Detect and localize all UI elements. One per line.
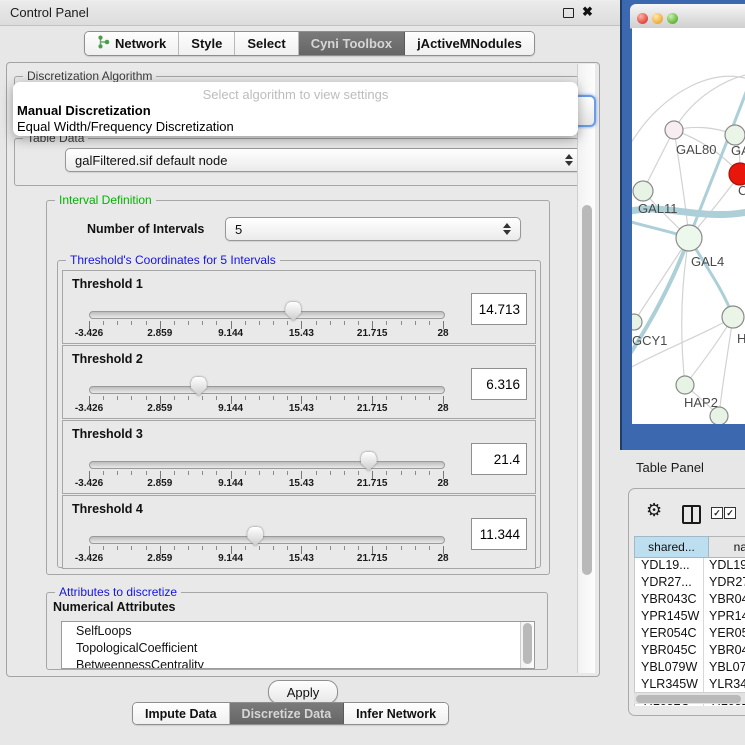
threshold-3-value-field[interactable]: 21.4 (471, 443, 527, 475)
num-intervals-label: Number of Intervals (87, 222, 204, 236)
tab-network[interactable]: Network (85, 32, 179, 55)
checkbox-icon[interactable]: ✓ (724, 507, 736, 519)
thresholds-group-title: Threshold's Coordinates for 5 Intervals (66, 253, 280, 267)
table-horizontal-scrollbar[interactable] (634, 692, 745, 704)
node-table-header: shared... na (634, 536, 745, 558)
tab-select[interactable]: Select (235, 32, 298, 55)
control-panel-tabs: Network Style Select Cyni Toolbox jActiv… (84, 31, 535, 56)
attribute-item[interactable]: TopologicalCoefficient (62, 639, 534, 656)
dropdown-option-equal-width[interactable]: Equal Width/Frequency Discretization (17, 119, 234, 134)
threshold-4-panel: Threshold 4 -3.4262.8599.14415.4321.7152… (62, 495, 536, 569)
combobox-arrows-icon (565, 154, 573, 166)
threshold-1-slider-thumb[interactable] (285, 302, 301, 321)
interval-definition-group: Interval Definition Number of Intervals … (46, 200, 550, 575)
table-row[interactable]: YBL079WYBL079W (635, 660, 745, 677)
threshold-1-panel: Threshold 1 -3.4262.8599.14415.4321.7152… (62, 270, 536, 344)
table-row[interactable]: YPR145WYPR145W (635, 609, 745, 626)
table-row[interactable]: YDL19...YDL19 (635, 558, 745, 575)
attributes-list-scrollbar[interactable] (520, 622, 534, 668)
attributes-group-title: Attributes to discretize (55, 585, 181, 599)
network-icon (97, 35, 110, 52)
table-row[interactable]: YDR27...YDR27 (635, 575, 745, 592)
svg-text:HAP2: HAP2 (684, 395, 718, 410)
table-row[interactable]: YBR045CYBR045C (635, 643, 745, 660)
column-header-name[interactable]: na (709, 536, 745, 558)
tab-cyni-toolbox[interactable]: Cyni Toolbox (299, 32, 405, 55)
dropdown-placeholder-option[interactable]: Select algorithm to view settings (13, 87, 578, 102)
attribute-item[interactable]: BetweennessCentrality (62, 656, 534, 669)
node-table-body[interactable]: YDL19...YDL19YDR27...YDR27YBR043CYBR043C… (634, 558, 745, 706)
threshold-2-slider-thumb[interactable] (191, 377, 207, 396)
float-window-icon[interactable] (563, 8, 574, 18)
dropdown-option-manual-discretization[interactable]: Manual Discretization (17, 103, 151, 118)
minimize-traffic-light-icon[interactable] (652, 13, 663, 24)
table-row[interactable]: YER054CYER054C (635, 626, 745, 643)
discretization-algorithm-group-title: Discretization Algorithm (23, 69, 156, 83)
num-intervals-combobox[interactable]: 5 (225, 217, 521, 241)
num-intervals-value: 5 (235, 222, 242, 237)
tab-style[interactable]: Style (179, 32, 235, 55)
zoom-traffic-light-icon[interactable] (667, 13, 678, 24)
combobox-arrows-icon (503, 223, 511, 235)
threshold-1-value-field[interactable]: 14.713 (471, 293, 527, 325)
tab-discretize-data[interactable]: Discretize Data (230, 703, 345, 724)
svg-text:GA: GA (731, 143, 745, 158)
column-header-shared-name[interactable]: shared... (634, 536, 709, 558)
threshold-2-panel: Threshold 2 -3.4262.8599.14415.4321.7152… (62, 345, 536, 419)
table-row[interactable]: YBR043CYBR043C (635, 592, 745, 609)
apply-button[interactable]: Apply (268, 680, 338, 704)
attributes-group: Attributes to discretize Numerical Attri… (46, 592, 548, 670)
tab-infer-network[interactable]: Infer Network (344, 703, 448, 724)
tab-impute-data[interactable]: Impute Data (133, 703, 230, 724)
screen: Control Panel ✖ Network Style Select Cyn… (0, 0, 745, 745)
table-data-group: Table Data galFiltered.sif default node (14, 138, 586, 186)
close-traffic-light-icon[interactable] (637, 13, 648, 24)
numerical-attributes-list: SelfLoopsTopologicalCoefficientBetweenne… (61, 621, 535, 669)
column-layout-icon[interactable] (682, 505, 701, 524)
numerical-attributes-header: Numerical Attributes (53, 600, 175, 614)
network-view-canvas[interactable]: GAL80 GA C GAL11 GAL4 GCY1 H HAP2 (632, 28, 745, 424)
threshold-3-slider-thumb[interactable] (361, 452, 377, 471)
threshold-3-panel: Threshold 3 -3.4262.8599.14415.4321.7152… (62, 420, 536, 494)
checkbox-icon[interactable]: ✓ (711, 507, 723, 519)
cyni-mode-tabs: Impute Data Discretize Data Infer Networ… (132, 702, 449, 725)
svg-text:H: H (737, 331, 745, 346)
table-data-selected-value: galFiltered.sif default node (75, 153, 227, 168)
table-panel-title: Table Panel (636, 460, 704, 475)
interval-definition-group-title: Interval Definition (55, 193, 156, 207)
svg-text:GAL4: GAL4 (691, 254, 724, 269)
panel-title: Control Panel (10, 5, 89, 20)
main-scrollbar[interactable] (577, 64, 595, 673)
threshold-4-slider-thumb[interactable] (247, 527, 263, 546)
threshold-2-value-field[interactable]: 6.316 (471, 368, 527, 400)
attribute-item[interactable]: SelfLoops (62, 622, 534, 639)
svg-text:GCY1: GCY1 (632, 333, 667, 348)
svg-text:C: C (738, 183, 745, 198)
svg-text:GAL11: GAL11 (638, 201, 678, 216)
network-window-titlebar (630, 4, 745, 29)
close-icon[interactable]: ✖ (582, 4, 593, 20)
tab-network-label: Network (115, 36, 166, 51)
control-panel-titlebar: Control Panel (0, 0, 620, 26)
thresholds-group: Threshold's Coordinates for 5 Intervals … (57, 260, 541, 568)
table-settings-gear-icon[interactable]: ⚙ (646, 501, 662, 519)
algorithm-dropdown-popup: Select algorithm to view settings Manual… (13, 82, 578, 136)
table-data-combobox[interactable]: galFiltered.sif default node (65, 148, 583, 172)
main-scrollbar-thumb[interactable] (582, 205, 592, 575)
threshold-4-value-field[interactable]: 11.344 (471, 518, 527, 550)
svg-text:GAL80: GAL80 (676, 142, 716, 157)
tab-jactivemnodules[interactable]: jActiveMNodules (405, 32, 534, 55)
